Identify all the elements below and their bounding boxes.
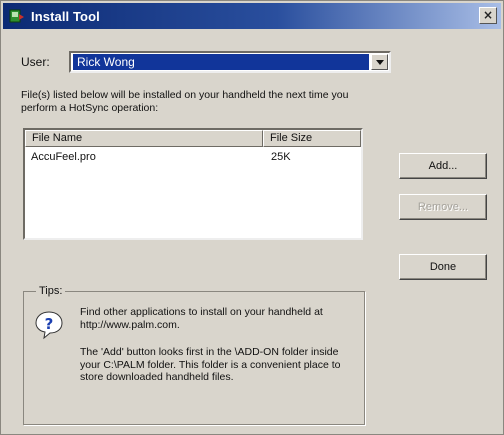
file-list-row[interactable]: AccuFeel.pro 25K	[25, 149, 361, 165]
chevron-down-icon	[375, 59, 384, 65]
file-name-cell: AccuFeel.pro	[31, 151, 96, 163]
tip-text-find-apps: Find other applications to install on yo…	[80, 306, 323, 331]
column-header-file-name[interactable]: File Name	[25, 130, 263, 147]
dropdown-arrow-button[interactable]	[371, 54, 388, 70]
title-bar[interactable]: Install Tool ×	[3, 3, 501, 29]
remove-button[interactable]: Remove...	[399, 194, 487, 220]
close-button[interactable]: ×	[479, 7, 497, 24]
palm-app-icon	[9, 8, 25, 24]
svg-text:?: ?	[45, 315, 54, 333]
file-list[interactable]: File Name File Size AccuFeel.pro 25K	[23, 128, 363, 240]
user-dropdown-value: Rick Wong	[73, 54, 369, 70]
user-label: User:	[21, 55, 50, 69]
file-size-cell: 25K	[271, 151, 291, 163]
column-header-file-size[interactable]: File Size	[263, 130, 361, 147]
user-dropdown[interactable]: Rick Wong	[69, 51, 391, 73]
close-icon: ×	[482, 8, 494, 22]
tips-group: Tips: ? Find other applications to insta…	[23, 285, 365, 425]
window-title: Install Tool	[31, 8, 100, 24]
question-icon: ?	[34, 310, 64, 340]
tip-text-add-folder: The 'Add' button looks first in the \ADD…	[80, 346, 341, 383]
install-tool-window: Install Tool × User: Rick Wong File(s) l…	[0, 0, 504, 435]
done-button[interactable]: Done	[399, 254, 487, 280]
add-button[interactable]: Add...	[399, 153, 487, 179]
install-info-text: File(s) listed below will be installed o…	[21, 89, 349, 114]
tips-legend: Tips:	[36, 285, 66, 297]
